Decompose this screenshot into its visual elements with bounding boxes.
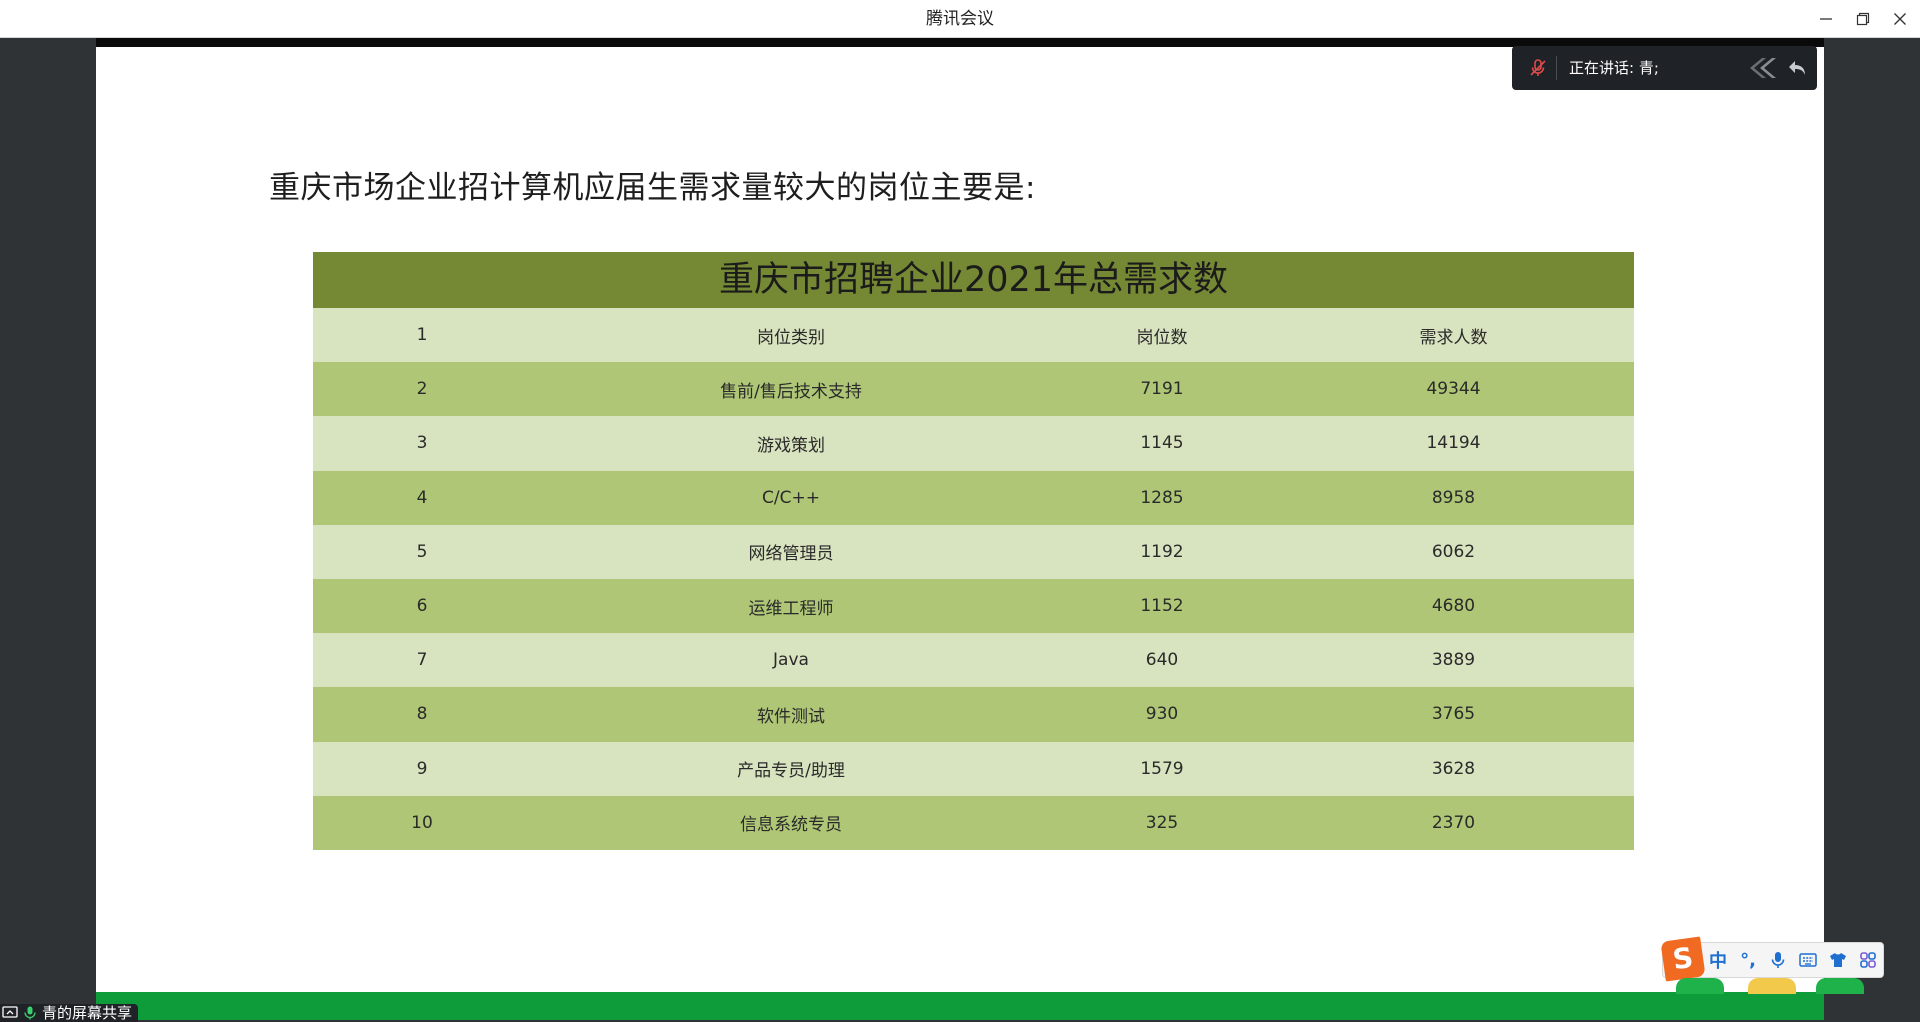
- table-cell: 2: [416, 379, 428, 400]
- screen-share-text: 青的屏幕共享: [42, 1004, 133, 1022]
- table-cell: 325: [1145, 812, 1179, 833]
- demand-table: 重庆市招聘企业2021年总需求数 1 岗位类别 岗位数 需求人数 2 售前/售后…: [313, 252, 1634, 850]
- table-cell: 1: [416, 325, 428, 346]
- table-cell: 6062: [1431, 541, 1476, 562]
- close-icon: [1894, 13, 1906, 25]
- table-cell: 1152: [1140, 596, 1184, 617]
- ime-skin-button[interactable]: [1823, 945, 1853, 975]
- table-cell: 售前/售后技术支持: [720, 381, 862, 402]
- apps-grid-icon: [1860, 952, 1876, 968]
- table-header-row: 1 岗位类别 岗位数 需求人数: [313, 308, 1634, 363]
- table-cell: 游戏策划: [757, 435, 825, 456]
- table-cell: 岗位类别: [757, 327, 825, 348]
- table-cell: 1579: [1140, 758, 1184, 779]
- shirt-icon: [1830, 953, 1846, 967]
- table-cell: 1192: [1140, 541, 1184, 562]
- table-cell: 4680: [1431, 596, 1476, 617]
- table-cell: 1285: [1140, 487, 1184, 508]
- table-cell: 3765: [1431, 704, 1476, 725]
- keyboard-icon: [1799, 953, 1817, 967]
- table-cell: 网络管理员: [748, 544, 834, 565]
- ime-tab[interactable]: [1748, 978, 1796, 994]
- table-row: 3 游戏策划 1145 14194: [313, 416, 1634, 471]
- table-cell: 8: [416, 704, 428, 725]
- ime-mode-toggle[interactable]: 中: [1703, 945, 1733, 975]
- table-cell: 需求人数: [1419, 327, 1488, 348]
- ime-logo-icon[interactable]: S: [1660, 936, 1706, 982]
- shared-screen: 重庆市场企业招计算机应届生需求量较大的岗位主要是: 重庆市招聘企业2021年总需…: [96, 38, 1824, 1020]
- table-cell: 5: [416, 541, 428, 562]
- shared-screen-bottom-bar: [96, 992, 1824, 1020]
- table-row: 2 售前/售后技术支持 7191 49344: [313, 362, 1634, 417]
- table-cell: 运维工程师: [748, 598, 834, 619]
- table-cell: 9: [416, 758, 428, 779]
- speaking-panel: 正在讲话: 青;: [1512, 46, 1817, 90]
- ime-tab[interactable]: [1676, 978, 1724, 994]
- minimize-icon: [1820, 18, 1832, 20]
- table-title: 重庆市招聘企业2021年总需求数: [313, 252, 1634, 308]
- screen-share-icon: [2, 1006, 18, 1018]
- table-cell: 产品专员/助理: [737, 761, 845, 782]
- table-cell: 930: [1145, 704, 1179, 725]
- table-cell: 6: [416, 596, 428, 617]
- close-button[interactable]: [1882, 0, 1918, 38]
- table-cell: 10: [411, 812, 433, 833]
- microphone-icon: [1771, 952, 1785, 968]
- table-row: 7 Java 640 3889: [313, 633, 1634, 688]
- ime-keyboard-button[interactable]: [1793, 945, 1823, 975]
- table-cell: 7191: [1140, 379, 1184, 400]
- table-cell: 3889: [1431, 650, 1476, 671]
- table-cell: 49344: [1426, 379, 1481, 400]
- title-bar: 腾讯会议: [0, 0, 1920, 38]
- table-cell: 4: [416, 487, 428, 508]
- ime-toolbar: S 中 °,: [1660, 936, 1884, 982]
- table-cell: 信息系统专员: [740, 815, 842, 836]
- slide-heading: 重庆市场企业招计算机应届生需求量较大的岗位主要是:: [269, 170, 1036, 206]
- table-cell: 1145: [1140, 433, 1184, 454]
- table-row: 9 产品专员/助理 1579 3628: [313, 741, 1634, 796]
- table-cell: Java: [773, 650, 809, 671]
- table-row: 10 信息系统专员 325 2370: [313, 795, 1634, 850]
- ime-punctuation-toggle[interactable]: °,: [1733, 945, 1763, 975]
- table-cell: 3: [416, 433, 428, 454]
- screen-share-label: 青的屏幕共享: [0, 1004, 139, 1022]
- table-row: 4 C/C++ 1285 8958: [313, 470, 1634, 525]
- window-title: 腾讯会议: [926, 9, 994, 29]
- restore-button[interactable]: [1845, 0, 1881, 38]
- divider: [1556, 56, 1557, 80]
- table-cell: 7: [416, 650, 428, 671]
- table-cell: 3628: [1431, 758, 1476, 779]
- table-row: 8 软件测试 930 3765: [313, 687, 1634, 742]
- table-cell: 640: [1145, 650, 1179, 671]
- ime-tab[interactable]: [1816, 978, 1864, 994]
- table-row: 5 网络管理员 1192 6062: [313, 524, 1634, 579]
- table-cell: 8958: [1431, 487, 1476, 508]
- table-cell: 14194: [1426, 433, 1481, 454]
- microphone-icon: [24, 1006, 36, 1020]
- table-cell: 软件测试: [757, 706, 825, 727]
- table-cell: C/C++: [762, 487, 820, 508]
- ime-tabs: [1676, 978, 1876, 994]
- ime-toolbox-button[interactable]: [1853, 945, 1883, 975]
- table-cell: 岗位数: [1136, 327, 1188, 348]
- ime-voice-button[interactable]: [1763, 945, 1793, 975]
- minimize-button[interactable]: [1808, 0, 1844, 38]
- table-row: 6 运维工程师 1152 4680: [313, 578, 1634, 634]
- undo-icon[interactable]: [1786, 57, 1808, 79]
- mic-muted-icon[interactable]: [1528, 58, 1548, 78]
- restore-icon: [1856, 12, 1870, 26]
- collapse-icon[interactable]: [1746, 55, 1782, 81]
- table-cell: 2370: [1431, 812, 1476, 833]
- speaking-label: 正在讲话: 青;: [1569, 59, 1659, 77]
